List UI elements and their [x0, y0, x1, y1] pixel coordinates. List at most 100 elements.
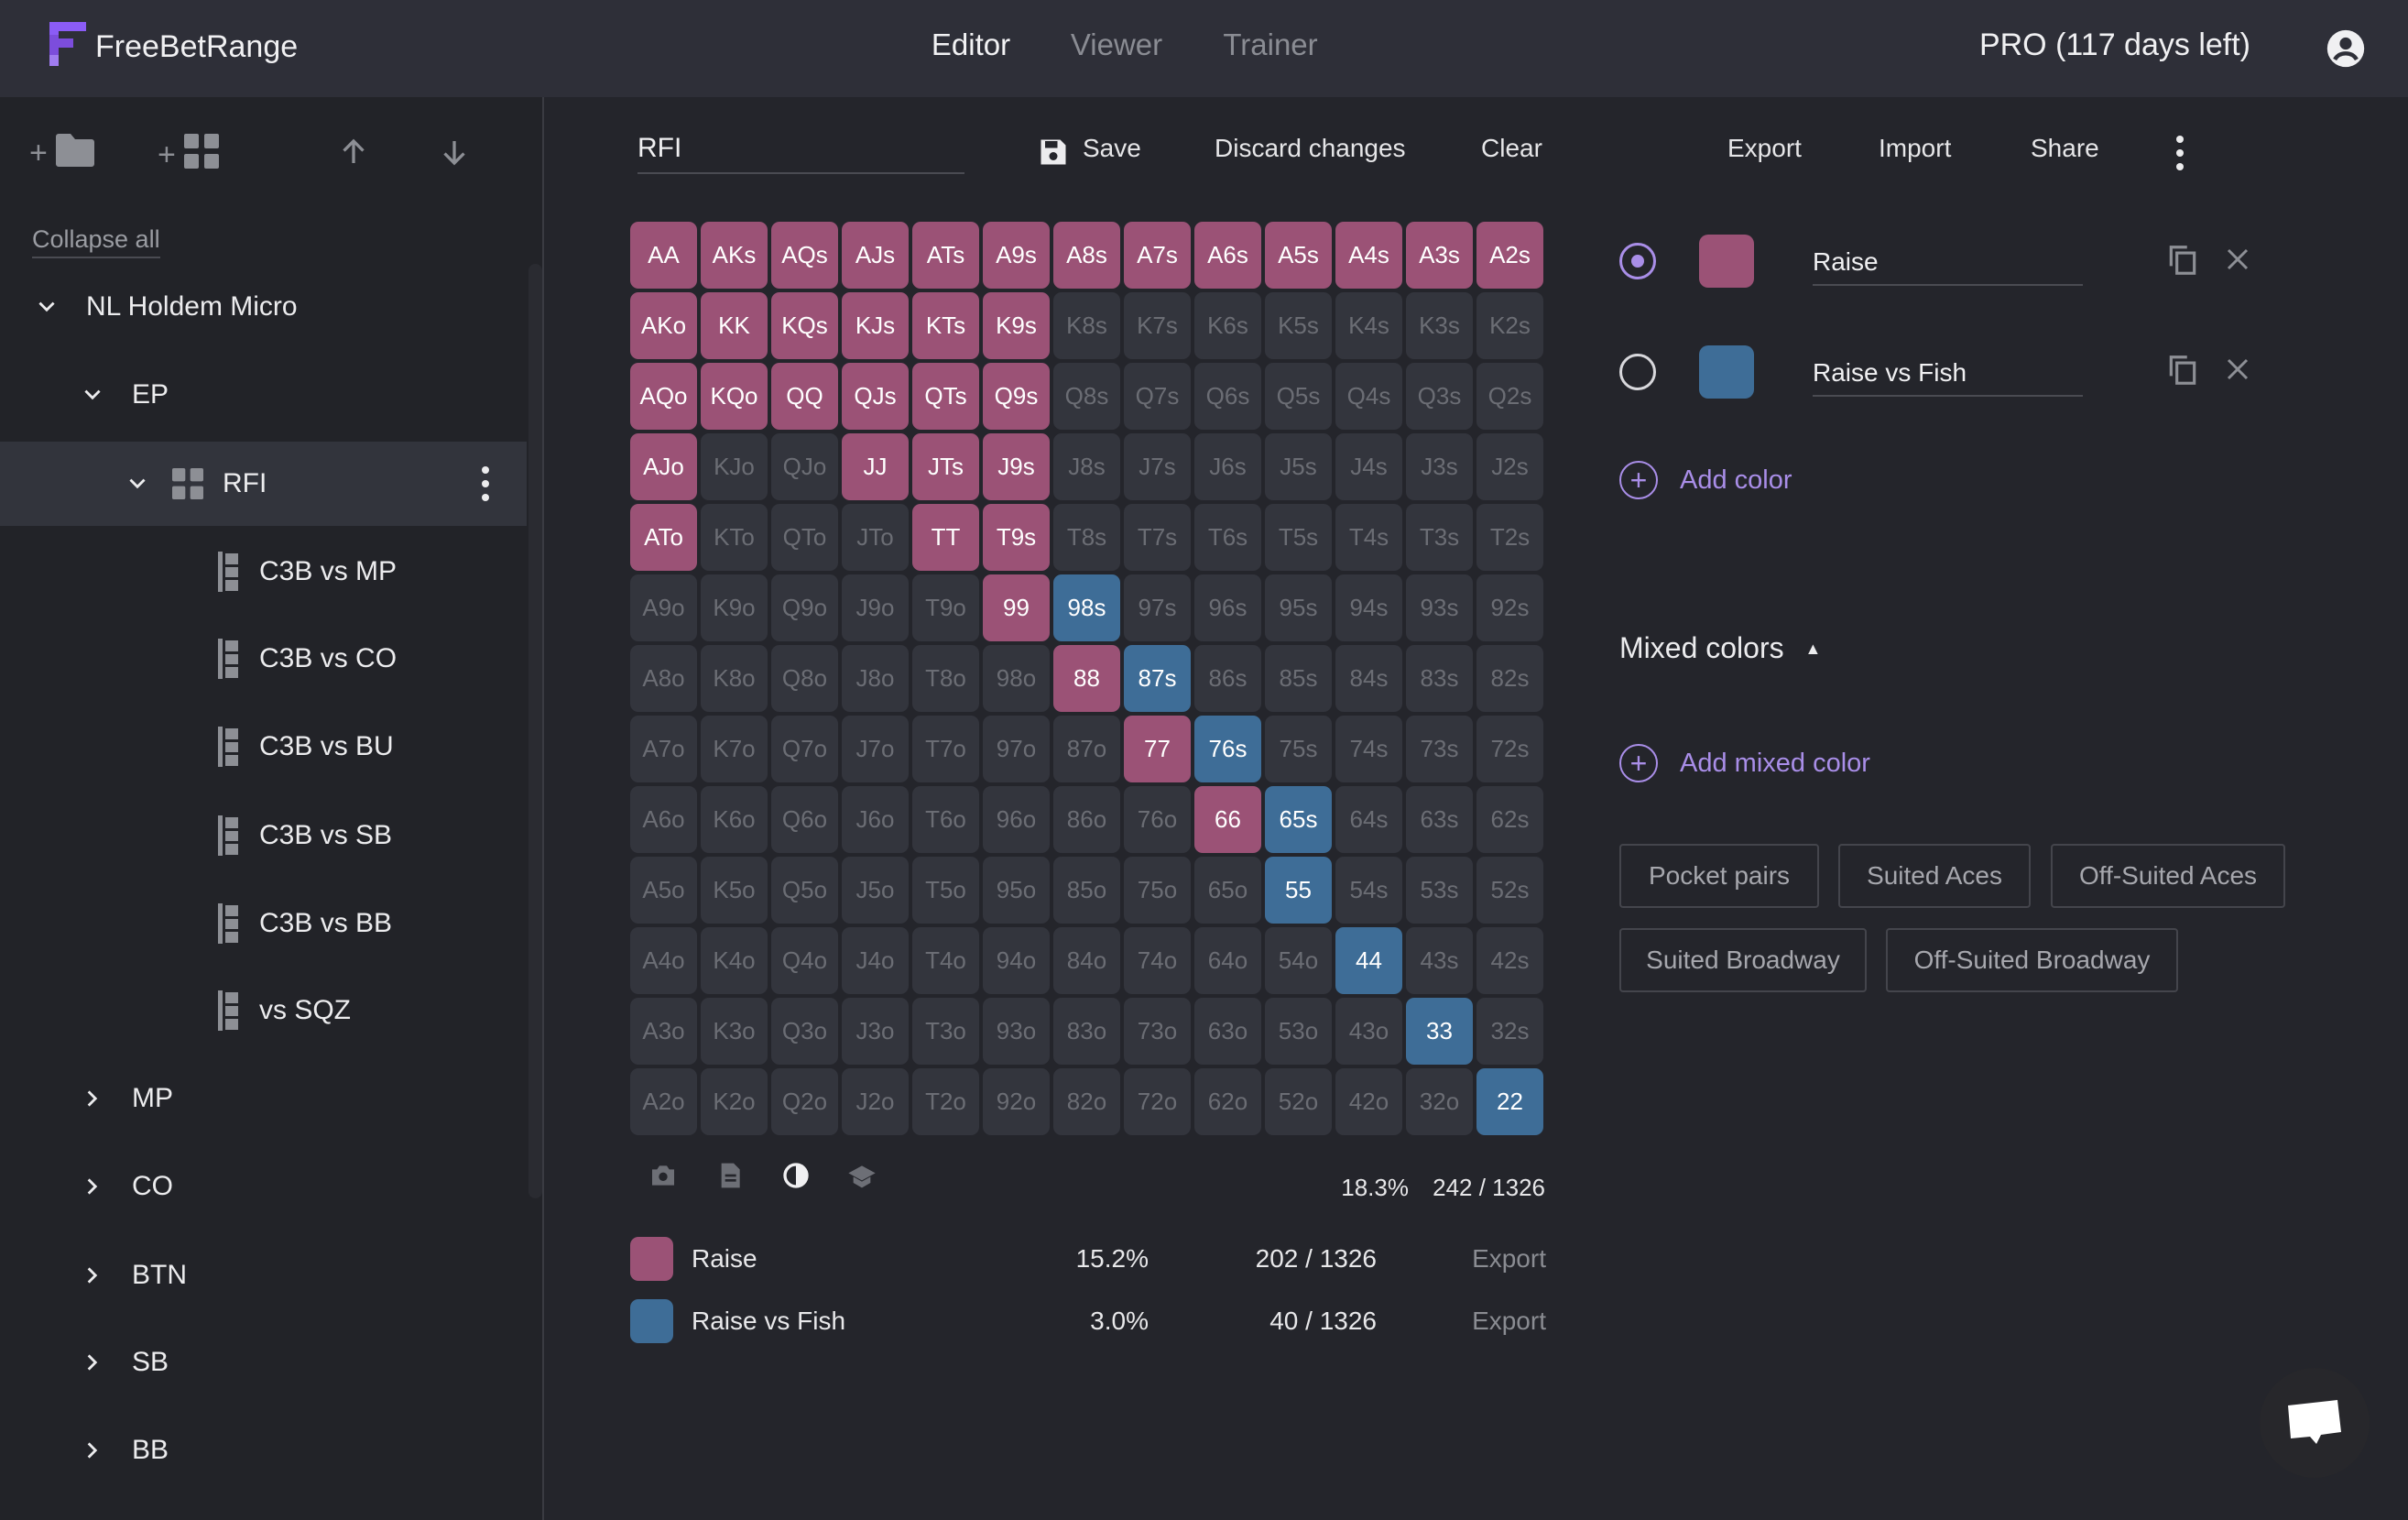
chevron-right-icon[interactable]: [79, 1349, 106, 1376]
hand-cell[interactable]: J2s: [1476, 433, 1543, 500]
add-folder-button[interactable]: +: [29, 134, 95, 171]
tree-folder-position[interactable]: MP: [0, 1056, 527, 1141]
hand-cell[interactable]: T4s: [1335, 504, 1402, 571]
hand-cell[interactable]: KTs: [912, 292, 979, 359]
hand-cell[interactable]: 96s: [1194, 574, 1261, 641]
hand-cell[interactable]: 82o: [1053, 1068, 1120, 1135]
hand-cell[interactable]: 74s: [1335, 716, 1402, 782]
hand-cell[interactable]: AQo: [630, 363, 697, 430]
hand-cell[interactable]: 86o: [1053, 786, 1120, 853]
hand-cell[interactable]: Q5o: [771, 857, 838, 924]
hand-cell[interactable]: J5s: [1265, 433, 1332, 500]
preset-suited-broadway[interactable]: Suited Broadway: [1619, 928, 1867, 992]
hand-cell[interactable]: AA: [630, 222, 697, 289]
chevron-down-icon[interactable]: [79, 381, 106, 409]
hand-cell[interactable]: A9s: [983, 222, 1050, 289]
hand-cell[interactable]: Q3o: [771, 998, 838, 1065]
hand-cell[interactable]: K6o: [701, 786, 768, 853]
hand-cell[interactable]: A6o: [630, 786, 697, 853]
move-up-icon[interactable]: [337, 136, 370, 169]
preset-off-suited-aces[interactable]: Off-Suited Aces: [2051, 844, 2285, 908]
hand-cell[interactable]: 53s: [1406, 857, 1473, 924]
hand-cell[interactable]: A7s: [1124, 222, 1191, 289]
hand-cell[interactable]: 98s: [1053, 574, 1120, 641]
hand-cell[interactable]: 32o: [1406, 1068, 1473, 1135]
more-options-icon[interactable]: [2169, 134, 2191, 172]
hand-cell[interactable]: 88: [1053, 645, 1120, 712]
hand-cell[interactable]: JTs: [912, 433, 979, 500]
mixed-colors-toggle[interactable]: Mixed colors ▲: [1619, 631, 1821, 665]
hand-cell[interactable]: 93s: [1406, 574, 1473, 641]
hand-cell[interactable]: 43s: [1406, 927, 1473, 994]
copy-icon[interactable]: [2165, 242, 2200, 279]
hand-cell[interactable]: 62o: [1194, 1068, 1261, 1135]
hand-cell[interactable]: Q7s: [1124, 363, 1191, 430]
hand-cell[interactable]: 83s: [1406, 645, 1473, 712]
hand-cell[interactable]: TT: [912, 504, 979, 571]
hand-cell[interactable]: A2s: [1476, 222, 1543, 289]
hand-cell[interactable]: 93o: [983, 998, 1050, 1065]
hand-cell[interactable]: Q6o: [771, 786, 838, 853]
hand-cell[interactable]: J8o: [842, 645, 909, 712]
hand-cell[interactable]: Q2o: [771, 1068, 838, 1135]
hand-cell[interactable]: 87s: [1124, 645, 1191, 712]
hand-cell[interactable]: T6o: [912, 786, 979, 853]
hand-cell[interactable]: 43o: [1335, 998, 1402, 1065]
hand-cell[interactable]: T7s: [1124, 504, 1191, 571]
hand-cell[interactable]: JJ: [842, 433, 909, 500]
hand-cell[interactable]: KJs: [842, 292, 909, 359]
hand-cell[interactable]: KJo: [701, 433, 768, 500]
chevron-right-icon[interactable]: [79, 1173, 106, 1200]
tree-folder-position[interactable]: CO: [0, 1144, 527, 1229]
hand-cell[interactable]: T4o: [912, 927, 979, 994]
hand-cell[interactable]: Q7o: [771, 716, 838, 782]
range-name-input[interactable]: [637, 125, 964, 174]
hand-cell[interactable]: 92s: [1476, 574, 1543, 641]
hand-cell[interactable]: 94o: [983, 927, 1050, 994]
hand-cell[interactable]: QJo: [771, 433, 838, 500]
tree-folder-position[interactable]: BTN: [0, 1233, 527, 1318]
hand-cell[interactable]: 42o: [1335, 1068, 1402, 1135]
hand-cell[interactable]: QQ: [771, 363, 838, 430]
hand-cell[interactable]: 74o: [1124, 927, 1191, 994]
hand-cell[interactable]: 96o: [983, 786, 1050, 853]
hand-cell[interactable]: 95s: [1265, 574, 1332, 641]
hand-cell[interactable]: QJs: [842, 363, 909, 430]
hand-cell[interactable]: KK: [701, 292, 768, 359]
collapse-all-link[interactable]: Collapse all: [32, 225, 160, 258]
preset-suited-aces[interactable]: Suited Aces: [1838, 844, 2031, 908]
add-mixed-color-button[interactable]: + Add mixed color: [1619, 744, 1870, 782]
legend-export-button[interactable]: Export: [1472, 1244, 1546, 1274]
contrast-icon[interactable]: [781, 1161, 811, 1190]
hand-cell[interactable]: J4o: [842, 927, 909, 994]
hand-cell[interactable]: 86s: [1194, 645, 1261, 712]
hand-cell[interactable]: ATo: [630, 504, 697, 571]
hand-cell[interactable]: KQo: [701, 363, 768, 430]
hand-cell[interactable]: QTo: [771, 504, 838, 571]
hand-cell[interactable]: A4s: [1335, 222, 1402, 289]
tree-folder-position[interactable]: SB: [0, 1320, 527, 1405]
hand-cell[interactable]: Q8s: [1053, 363, 1120, 430]
hand-cell[interactable]: J6s: [1194, 433, 1261, 500]
hand-cell[interactable]: K7s: [1124, 292, 1191, 359]
hand-cell[interactable]: 85s: [1265, 645, 1332, 712]
hand-cell[interactable]: T2s: [1476, 504, 1543, 571]
hand-cell[interactable]: K4o: [701, 927, 768, 994]
hand-cell[interactable]: T3s: [1406, 504, 1473, 571]
add-color-button[interactable]: + Add color: [1619, 461, 1792, 499]
hand-cell[interactable]: 63o: [1194, 998, 1261, 1065]
hand-cell[interactable]: 84s: [1335, 645, 1402, 712]
move-down-icon[interactable]: [438, 136, 471, 169]
hand-cell[interactable]: K2s: [1476, 292, 1543, 359]
hand-cell[interactable]: 54s: [1335, 857, 1402, 924]
hand-cell[interactable]: Q3s: [1406, 363, 1473, 430]
hand-cell[interactable]: J4s: [1335, 433, 1402, 500]
hand-cell[interactable]: 73s: [1406, 716, 1473, 782]
chevron-right-icon[interactable]: [79, 1437, 106, 1464]
hand-cell[interactable]: QTs: [912, 363, 979, 430]
hand-cell[interactable]: KQs: [771, 292, 838, 359]
hand-cell[interactable]: 65s: [1265, 786, 1332, 853]
color-swatch-raise-vs-fish[interactable]: [1699, 345, 1754, 399]
hand-cell[interactable]: K2o: [701, 1068, 768, 1135]
hand-cell[interactable]: T6s: [1194, 504, 1261, 571]
